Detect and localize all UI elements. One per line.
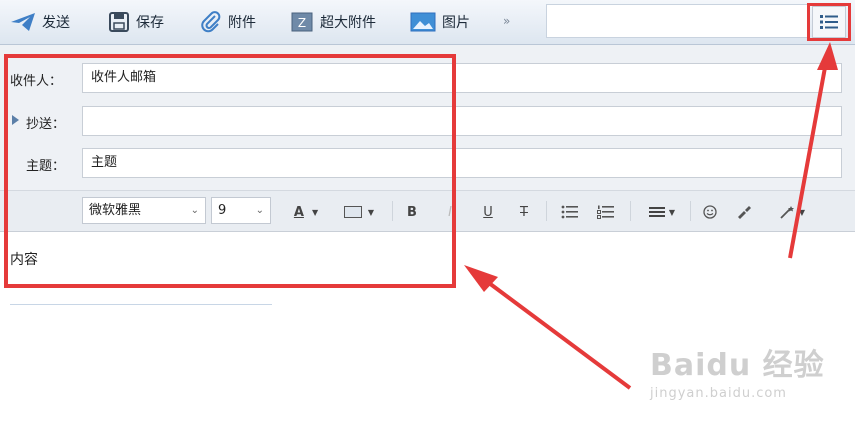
bullet-list-button[interactable] — [558, 201, 582, 223]
toolbar-separator — [630, 201, 631, 221]
paperclip-icon — [201, 11, 221, 33]
magic-wand-button[interactable]: ▼ — [772, 201, 812, 223]
watermark-main: Baidu 经验 — [650, 348, 825, 383]
format-painter-button[interactable] — [734, 201, 754, 223]
toolbar-search-box[interactable] — [546, 4, 808, 38]
image-label: 图片 — [442, 15, 470, 31]
highlight-box-compose-fields — [4, 54, 456, 288]
magic-wand-icon — [780, 206, 794, 219]
arrow-to-fields — [483, 278, 632, 390]
numbered-list-icon — [597, 205, 614, 219]
arrowhead-icon — [464, 265, 498, 292]
strikethrough-button[interactable]: T — [514, 201, 534, 223]
align-button[interactable]: ▼ — [642, 201, 682, 223]
save-icon — [109, 12, 129, 32]
underline-button[interactable]: U — [478, 201, 498, 223]
align-icon — [648, 207, 665, 217]
large-attachment-label: 超大附件 — [320, 15, 376, 31]
large-attachment-button[interactable]: Z 超大附件 — [290, 8, 376, 36]
image-button[interactable]: 图片 — [410, 8, 470, 36]
large-attachment-icon: Z — [291, 12, 313, 32]
toolbar-separator — [690, 201, 691, 221]
emoji-button[interactable] — [700, 201, 720, 223]
send-label: 发送 — [42, 15, 70, 31]
attachment-label: 附件 — [228, 15, 256, 31]
save-button[interactable]: 保存 — [108, 8, 164, 36]
numbered-list-button[interactable] — [594, 201, 618, 223]
attachment-button[interactable]: 附件 — [200, 8, 256, 36]
signature-divider — [10, 304, 272, 305]
dropdown-arrow-icon: ▼ — [798, 207, 806, 217]
toolbar-separator — [546, 201, 547, 221]
send-button[interactable]: 发送 — [10, 8, 70, 36]
save-label: 保存 — [136, 15, 164, 31]
svg-text:Z: Z — [298, 16, 306, 30]
bullet-list-icon — [561, 205, 578, 219]
dropdown-arrow-icon: ▼ — [668, 207, 676, 217]
brush-icon — [738, 206, 751, 219]
compose-toolbar: 发送 保存 附件 Z 超大附件 图片 » — [0, 0, 855, 45]
watermark-sub: jingyan.baidu.com — [650, 386, 787, 401]
image-icon — [410, 12, 436, 32]
send-icon — [11, 13, 35, 31]
more-button[interactable]: » — [503, 14, 510, 28]
highlight-box-list-button — [807, 3, 851, 41]
smiley-icon — [703, 205, 717, 219]
baidu-watermark: Baidu 经验 jingyan.baidu.com — [650, 340, 825, 401]
